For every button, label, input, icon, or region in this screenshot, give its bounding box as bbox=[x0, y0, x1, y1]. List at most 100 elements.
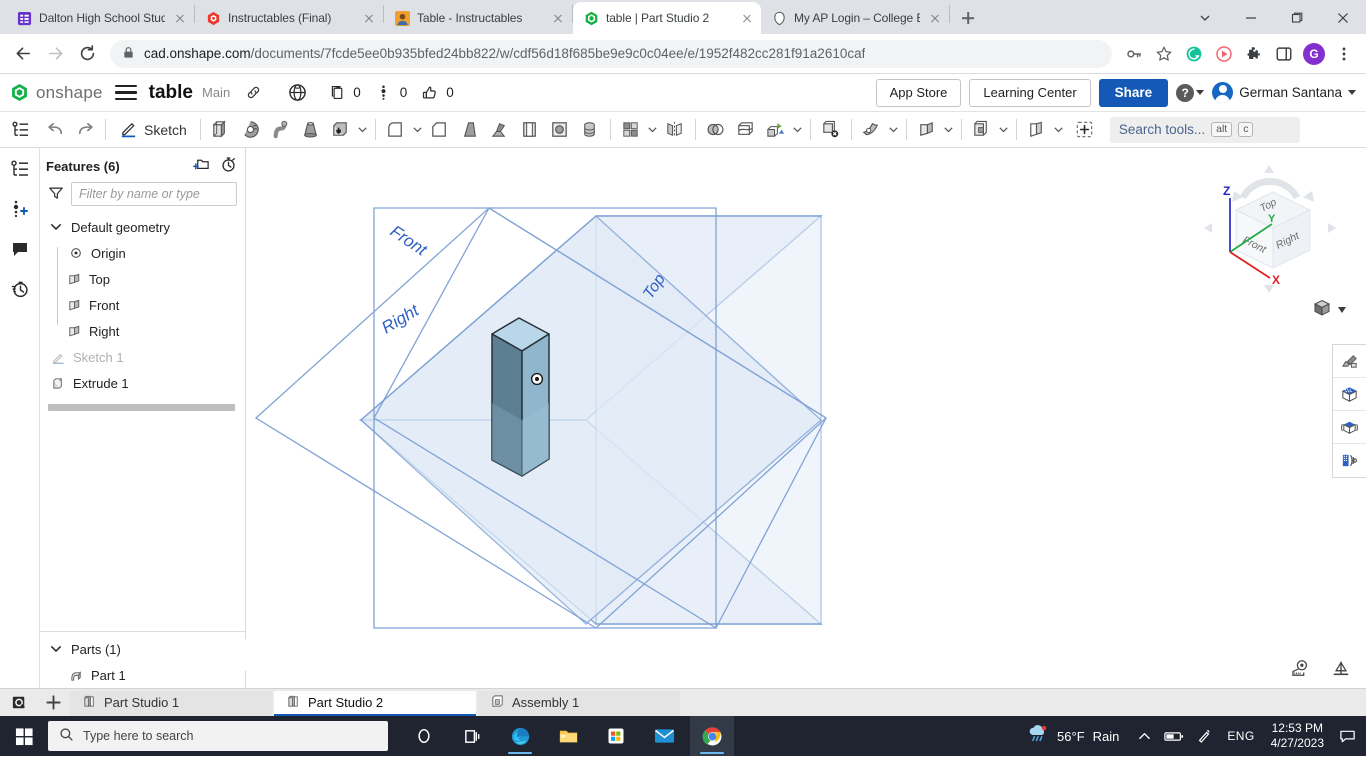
chevron-down-icon[interactable] bbox=[887, 116, 901, 144]
browser-tab-1[interactable]: Instructables (Final) bbox=[195, 2, 383, 34]
horizontal-scrollbar[interactable] bbox=[48, 404, 235, 411]
windows-start-icon[interactable] bbox=[0, 716, 48, 756]
browser-tab-0[interactable]: Dalton High School Student C bbox=[6, 2, 194, 34]
document-tab-part-studio-1[interactable]: Part Studio 1 bbox=[70, 691, 272, 716]
rib-icon[interactable] bbox=[485, 115, 515, 145]
document-tab-part-studio-2[interactable]: Part Studio 2 bbox=[274, 691, 476, 716]
hole-icon[interactable] bbox=[545, 115, 575, 145]
versions-count[interactable]: 0 bbox=[371, 80, 408, 106]
derive-icon[interactable] bbox=[967, 115, 997, 145]
battery-icon[interactable] bbox=[1159, 716, 1189, 756]
browser-tab-2[interactable]: Table - Instructables bbox=[384, 2, 572, 34]
chevron-down-icon[interactable] bbox=[1052, 116, 1066, 144]
onshape-logo[interactable]: onshape bbox=[10, 83, 103, 103]
tab-search-chevron-icon[interactable] bbox=[1182, 2, 1228, 34]
edge-icon[interactable] bbox=[498, 716, 542, 756]
sheet-metal-icon[interactable] bbox=[857, 115, 887, 145]
forward-icon[interactable] bbox=[40, 39, 70, 69]
search-tools-input[interactable]: Search tools... alt c bbox=[1110, 117, 1300, 143]
feature-list-icon[interactable] bbox=[7, 156, 33, 182]
boolean-icon[interactable] bbox=[701, 115, 731, 145]
tree-group-default-geometry[interactable]: Default geometry bbox=[40, 214, 245, 240]
app-store-button[interactable]: App Store bbox=[876, 79, 962, 107]
tree-feature-sketch-1[interactable]: Sketch 1 bbox=[40, 344, 245, 370]
profile-avatar[interactable]: G bbox=[1300, 40, 1328, 68]
show-hidden-icons-icon[interactable] bbox=[1129, 716, 1159, 756]
history-icon[interactable] bbox=[7, 276, 33, 302]
likes-count[interactable]: 0 bbox=[417, 80, 454, 106]
thread-icon[interactable] bbox=[575, 115, 605, 145]
browser-tab-4[interactable]: My AP Login – College Board bbox=[761, 2, 949, 34]
chamfer-icon[interactable] bbox=[425, 115, 455, 145]
close-icon[interactable] bbox=[550, 10, 566, 26]
extrude-icon[interactable] bbox=[206, 115, 236, 145]
new-tab-button[interactable] bbox=[954, 4, 982, 32]
fillet-icon[interactable] bbox=[381, 115, 411, 145]
browser-tab-3[interactable]: table | Part Studio 2 bbox=[573, 2, 761, 34]
tree-item-right[interactable]: Right bbox=[40, 318, 245, 344]
redo-button[interactable] bbox=[70, 115, 100, 145]
extension-red-icon[interactable] bbox=[1210, 40, 1238, 68]
curve-icon[interactable] bbox=[1022, 115, 1052, 145]
minimize-icon[interactable] bbox=[1228, 2, 1274, 34]
user-menu[interactable]: German Santana bbox=[1212, 82, 1356, 103]
shell-icon[interactable] bbox=[515, 115, 545, 145]
clock[interactable]: 12:53 PM 4/27/2023 bbox=[1263, 721, 1332, 751]
display-mode-selector[interactable] bbox=[1312, 298, 1346, 321]
microsoft-store-icon[interactable] bbox=[594, 716, 638, 756]
document-title[interactable]: table bbox=[149, 82, 193, 104]
chevron-down-icon[interactable] bbox=[791, 116, 805, 144]
parts-header[interactable]: Parts (1) bbox=[40, 636, 245, 662]
back-icon[interactable] bbox=[8, 39, 38, 69]
language-indicator[interactable]: ENG bbox=[1219, 729, 1262, 743]
chevron-down-icon[interactable] bbox=[356, 116, 370, 144]
branch-label[interactable]: Main bbox=[202, 85, 230, 100]
sweep-icon[interactable] bbox=[266, 115, 296, 145]
extensions-puzzle-icon[interactable] bbox=[1240, 40, 1268, 68]
appearance-icon[interactable] bbox=[1333, 345, 1366, 378]
copies-count[interactable]: 0 bbox=[324, 80, 361, 106]
grammarly-icon[interactable] bbox=[1180, 40, 1208, 68]
close-icon[interactable] bbox=[172, 10, 188, 26]
split-icon[interactable] bbox=[731, 115, 761, 145]
sidepanel-icon[interactable] bbox=[1270, 40, 1298, 68]
chevron-down-icon[interactable] bbox=[48, 219, 64, 235]
pen-icon[interactable] bbox=[1189, 716, 1219, 756]
measure-tape-icon[interactable] bbox=[1290, 659, 1312, 680]
tree-feature-extrude-1[interactable]: Extrude 1 bbox=[40, 370, 245, 396]
filter-input[interactable]: Filter by name or type bbox=[71, 182, 237, 206]
insert-feature-icon[interactable] bbox=[1070, 115, 1100, 145]
rollback-timer-icon[interactable] bbox=[220, 156, 237, 176]
section-cube-icon[interactable] bbox=[1333, 411, 1366, 444]
filter-icon[interactable] bbox=[48, 185, 64, 204]
close-icon[interactable] bbox=[927, 10, 943, 26]
search-tabs-icon[interactable] bbox=[2, 688, 36, 716]
draft-icon[interactable] bbox=[455, 115, 485, 145]
pattern-icon[interactable] bbox=[616, 115, 646, 145]
sketch-button[interactable]: Sketch bbox=[111, 116, 195, 144]
graphics-viewport[interactable]: Front Top Right bbox=[246, 148, 1366, 688]
menu-icon[interactable] bbox=[115, 85, 137, 101]
render-cube-icon[interactable] bbox=[1333, 378, 1366, 411]
chrome-icon[interactable] bbox=[690, 716, 734, 756]
insert-version-icon[interactable] bbox=[7, 196, 33, 222]
weather-widget[interactable]: 56°F Rain bbox=[1017, 725, 1129, 748]
revolve-icon[interactable] bbox=[236, 115, 266, 145]
reload-icon[interactable] bbox=[72, 39, 102, 69]
document-tab-assembly-1[interactable]: Assembly 1 bbox=[478, 691, 680, 716]
share-button[interactable]: Share bbox=[1099, 79, 1169, 107]
link-icon[interactable] bbox=[240, 80, 266, 106]
add-folder-icon[interactable] bbox=[193, 156, 210, 176]
thicken-icon[interactable] bbox=[326, 115, 356, 145]
delete-face-icon[interactable] bbox=[816, 115, 846, 145]
task-view-icon[interactable] bbox=[450, 716, 494, 756]
maximize-icon[interactable] bbox=[1274, 2, 1320, 34]
chevron-down-icon[interactable] bbox=[48, 641, 64, 657]
transform-icon[interactable] bbox=[761, 115, 791, 145]
tree-item-top[interactable]: Top bbox=[40, 266, 245, 292]
undo-button[interactable] bbox=[40, 115, 70, 145]
feature-list-toggle-icon[interactable] bbox=[0, 115, 40, 145]
cortana-icon[interactable] bbox=[402, 716, 446, 756]
close-icon[interactable] bbox=[739, 10, 755, 26]
close-window-icon[interactable] bbox=[1320, 2, 1366, 34]
